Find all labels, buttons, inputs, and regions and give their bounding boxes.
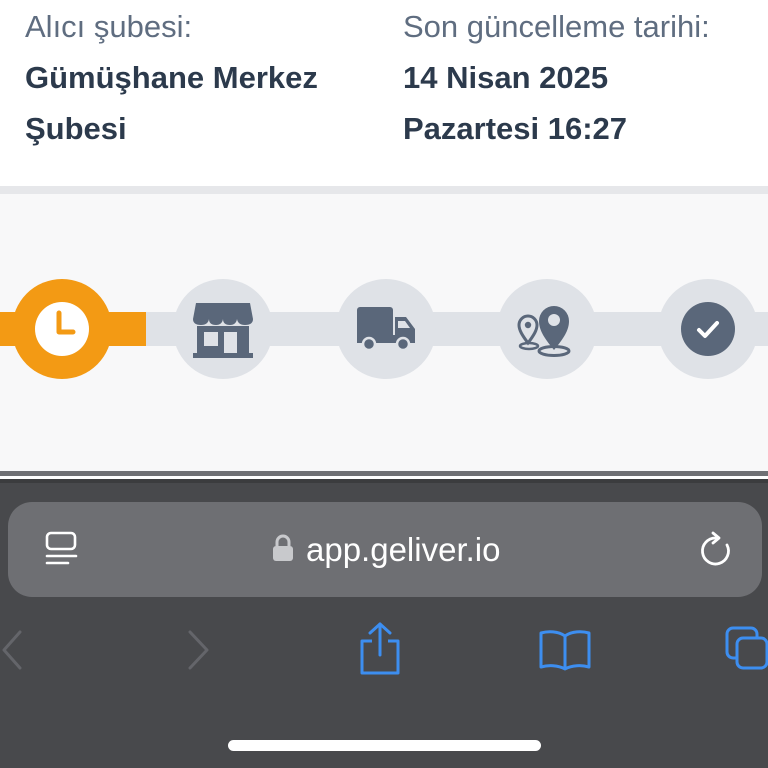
step-branch xyxy=(173,279,273,379)
step-delivered xyxy=(658,279,758,379)
bookmarks-icon[interactable] xyxy=(538,628,592,672)
last-update-line2: Pazartesi 16:27 xyxy=(403,111,628,146)
recipient-branch-label: Alıcı şubesi: xyxy=(25,9,193,44)
back-icon[interactable] xyxy=(0,629,24,671)
address-bar[interactable]: app.geliver.io xyxy=(8,502,762,597)
browser-chrome: app.geliver.io xyxy=(0,483,768,768)
page-bottom-edge xyxy=(0,471,768,483)
reload-icon[interactable] xyxy=(696,530,736,570)
recipient-branch: Alıcı şubesi: Gümüşhane Merkez Şubesi xyxy=(25,8,318,154)
recipient-branch-line2: Şubesi xyxy=(25,111,127,146)
last-update-value: 14 Nisan 2025 Pazartesi 16:27 xyxy=(403,52,710,154)
store-icon xyxy=(193,303,253,358)
check-circle-icon xyxy=(681,302,735,356)
shipment-tracker xyxy=(0,194,768,471)
forward-icon[interactable] xyxy=(186,629,212,671)
shipment-info-panel: Alıcı şubesi: Gümüşhane Merkez Şubesi So… xyxy=(0,0,768,186)
step-pending xyxy=(12,279,112,379)
url-text[interactable]: app.geliver.io xyxy=(306,502,500,597)
truck-icon xyxy=(357,307,415,352)
step-in-transit xyxy=(336,279,436,379)
last-update-label: Son güncelleme tarihi: xyxy=(403,9,710,44)
reader-icon[interactable] xyxy=(44,530,82,570)
last-update: Son güncelleme tarihi: 14 Nisan 2025 Paz… xyxy=(403,8,710,154)
map-pin-icon xyxy=(517,306,571,357)
share-icon[interactable] xyxy=(357,621,403,677)
clock-icon xyxy=(35,302,89,356)
last-update-line1: 14 Nisan 2025 xyxy=(403,60,609,95)
recipient-branch-line1: Gümüşhane Merkez xyxy=(25,60,318,95)
section-divider xyxy=(0,186,768,194)
tabs-icon[interactable] xyxy=(724,624,768,672)
home-indicator[interactable] xyxy=(228,740,541,751)
lock-icon xyxy=(273,534,293,561)
step-out-for-delivery xyxy=(497,279,597,379)
recipient-branch-value: Gümüşhane Merkez Şubesi xyxy=(25,52,318,154)
